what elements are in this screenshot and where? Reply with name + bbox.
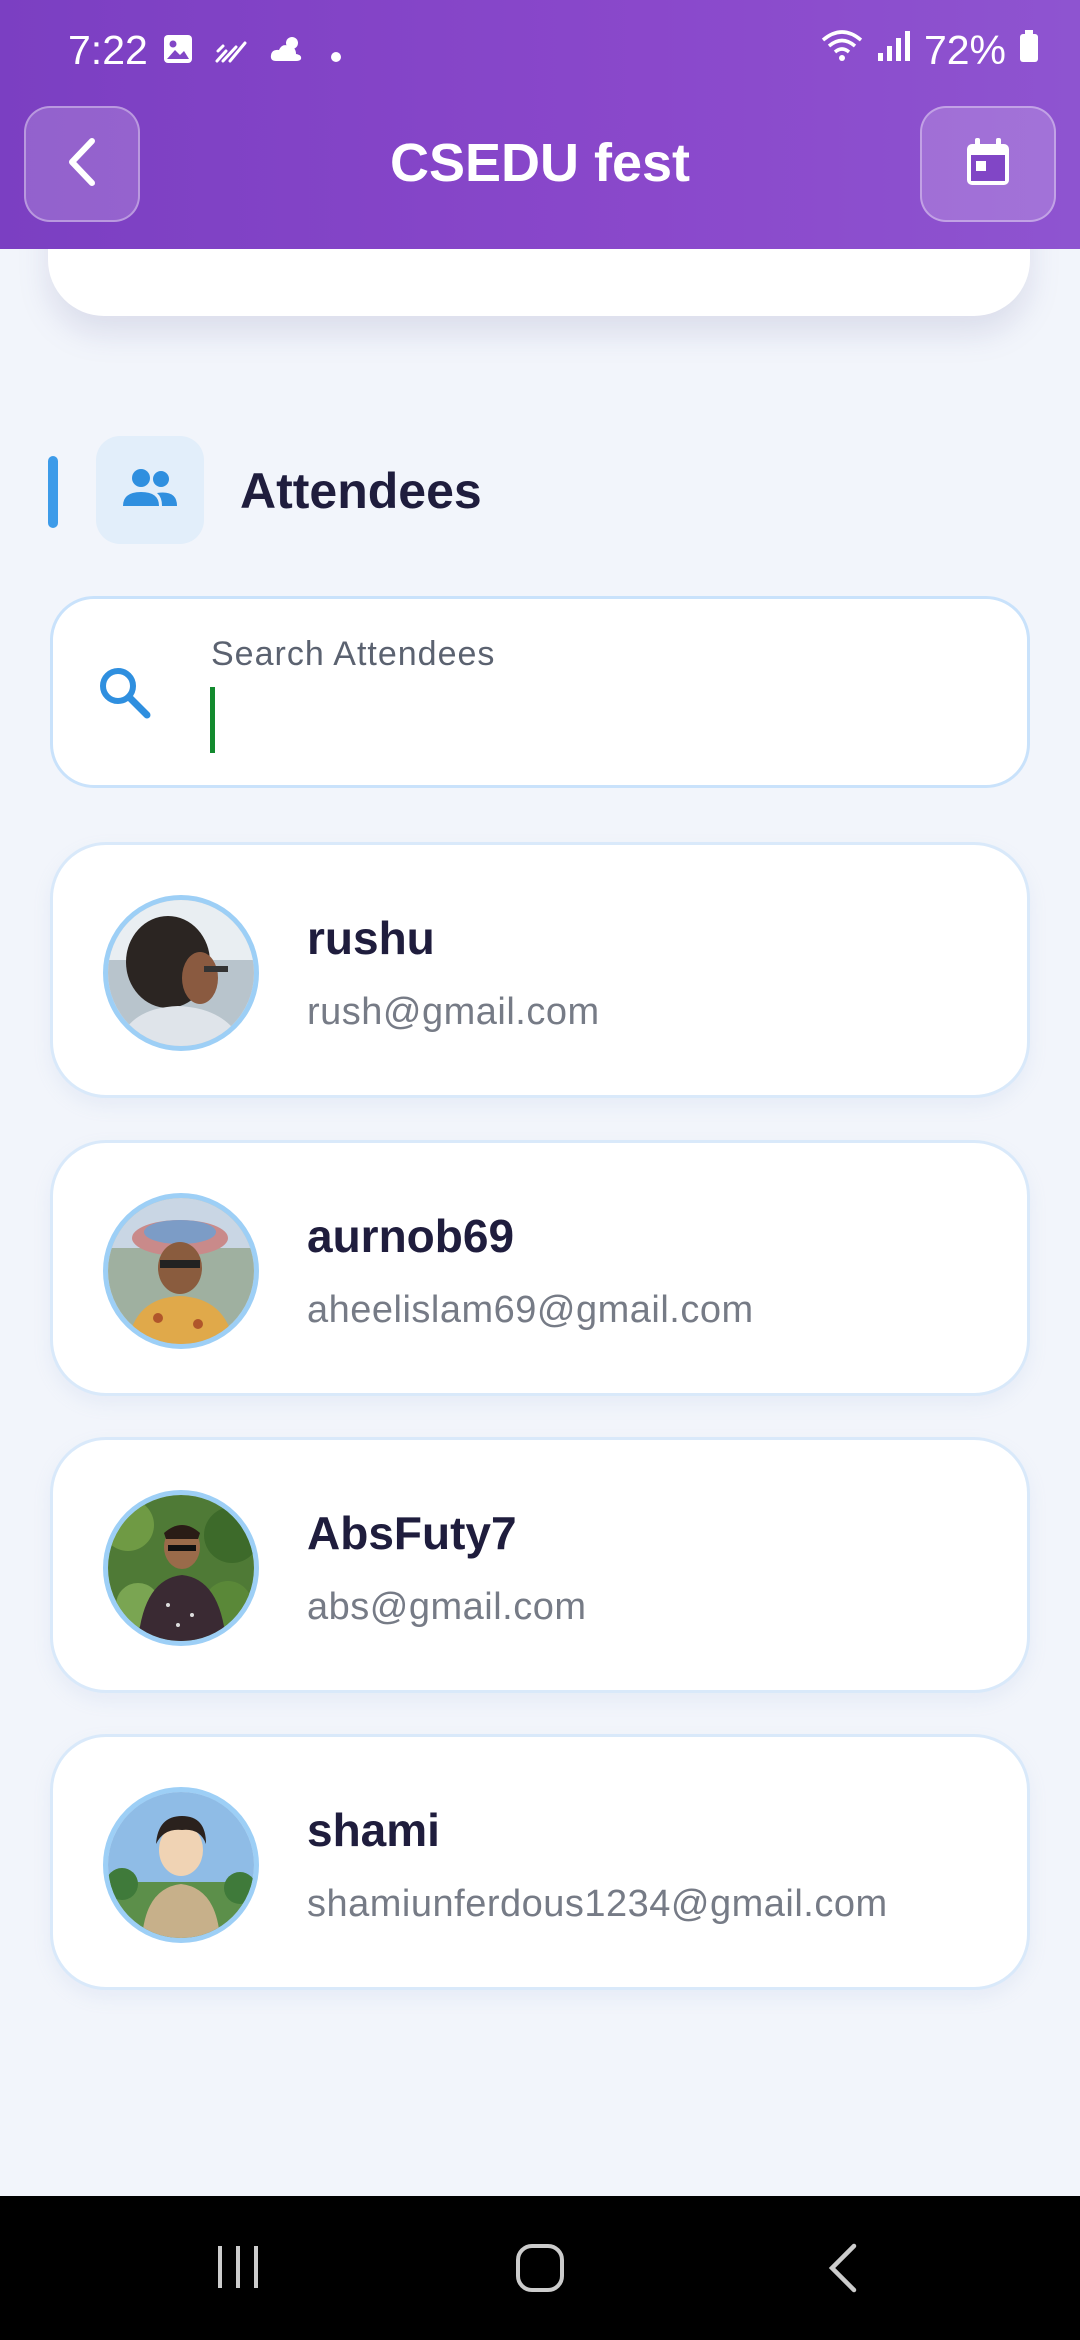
attendee-email: aheelislam69@gmail.com <box>307 1289 754 1331</box>
wifi-icon <box>820 28 864 74</box>
attendee-name: aurnob69 <box>307 1210 515 1262</box>
battery-icon <box>1018 28 1040 73</box>
search-icon <box>97 665 153 726</box>
people-icon <box>120 466 180 515</box>
section-title: Attendees <box>240 463 482 519</box>
section-icon-box <box>96 436 204 544</box>
attendee-email: abs@gmail.com <box>307 1586 587 1628</box>
attendee-card[interactable]: shami shamiunferdous1234@gmail.com <box>50 1734 1030 1990</box>
image-icon <box>162 30 194 75</box>
attendees-section-header: Attendees <box>48 436 948 546</box>
attendee-card[interactable]: aurnob69 aheelislam69@gmail.com <box>50 1140 1030 1396</box>
back-icon[interactable] <box>824 2242 864 2299</box>
attendee-email: rush@gmail.com <box>307 991 600 1033</box>
page-title: CSEDU fest <box>389 133 691 193</box>
dot-icon <box>328 30 344 75</box>
attendee-card[interactable]: AbsFuty7 abs@gmail.com <box>50 1437 1030 1693</box>
attendee-name: shami <box>307 1804 440 1856</box>
status-time: 7:22 <box>68 27 148 73</box>
system-nav-bar <box>0 2196 1080 2340</box>
text-cursor <box>210 687 215 753</box>
home-icon[interactable] <box>514 2242 566 2299</box>
status-bar: 7:22 72% <box>0 0 1080 100</box>
attendee-name: rushu <box>307 912 435 964</box>
app-header: 7:22 72% CSEDU fest <box>0 0 1080 249</box>
avatar <box>103 1787 259 1943</box>
avatar <box>103 1490 259 1646</box>
attendee-name: AbsFuty7 <box>307 1507 517 1559</box>
recent-apps-icon[interactable] <box>214 2242 264 2297</box>
attendee-card[interactable]: rushu rush@gmail.com <box>50 842 1030 1098</box>
attendee-email: shamiunferdous1234@gmail.com <box>307 1883 888 1925</box>
avatar <box>103 1193 259 1349</box>
calendar-icon <box>964 136 1012 193</box>
search-label: Search Attendees <box>211 635 496 673</box>
calendar-button[interactable] <box>920 106 1056 222</box>
search-input[interactable]: Search Attendees <box>50 596 1030 788</box>
battery-percent: 72% <box>923 27 1006 73</box>
avatar <box>103 895 259 1051</box>
activity-icon <box>214 30 248 75</box>
weather-icon <box>268 30 308 75</box>
section-accent-bar <box>48 456 58 528</box>
signal-icon <box>876 28 912 73</box>
